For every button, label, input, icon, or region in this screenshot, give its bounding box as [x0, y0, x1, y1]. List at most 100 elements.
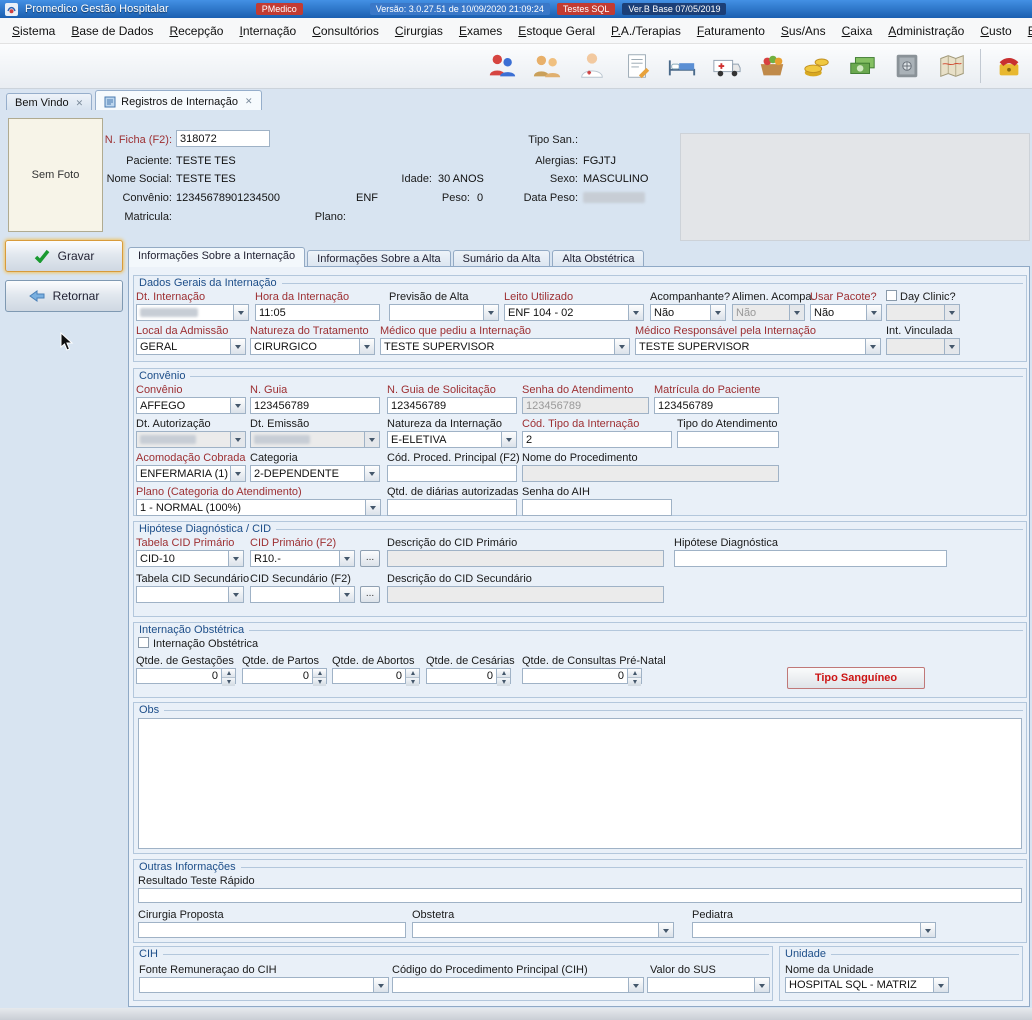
- spinner-down-icon[interactable]: [313, 678, 326, 686]
- qtde-prenatal-spinner[interactable]: 0: [522, 668, 642, 684]
- leito-combo[interactable]: ENF 104 - 02: [504, 304, 644, 321]
- cirurgia-proposta-input[interactable]: [138, 922, 406, 938]
- menu-bi[interactable]: BI: [1020, 21, 1032, 41]
- menu-cirurgias[interactable]: Cirurgias: [387, 21, 451, 41]
- resultado-teste-rapido-input[interactable]: [138, 888, 1022, 903]
- chevron-down-icon[interactable]: [628, 978, 643, 992]
- cid-primario-combo[interactable]: R10.-: [250, 550, 355, 567]
- close-icon[interactable]: ✕: [245, 96, 253, 107]
- tabela-cid-secundario-combo[interactable]: [136, 586, 244, 603]
- chevron-down-icon[interactable]: [373, 978, 388, 992]
- chevron-down-icon[interactable]: [944, 305, 959, 320]
- chevron-down-icon[interactable]: [230, 466, 245, 481]
- tipo-sanguineo-button[interactable]: Tipo Sanguíneo: [787, 667, 925, 689]
- qtde-partos-spinner[interactable]: 0: [242, 668, 327, 684]
- spinner-up-icon[interactable]: [222, 669, 235, 678]
- menu-base-de-dados[interactable]: Base de Dados: [63, 21, 161, 41]
- pediatra-combo[interactable]: [692, 922, 936, 938]
- qtde-abortos-spinner[interactable]: 0: [332, 668, 420, 684]
- chevron-down-icon[interactable]: [789, 305, 804, 320]
- tab-alta-obstetrica[interactable]: Alta Obstétrica: [552, 250, 644, 267]
- chevron-down-icon[interactable]: [233, 305, 248, 320]
- tab-registros-de-internacao[interactable]: Registros de Internação ✕: [95, 90, 261, 112]
- chevron-down-icon[interactable]: [501, 432, 516, 447]
- cid-secundario-browse-button[interactable]: ...: [360, 586, 380, 603]
- reception-icon[interactable]: [530, 49, 564, 83]
- categoria-combo[interactable]: 2-DEPENDENTE: [250, 465, 380, 482]
- internacao-obstetrica-checkbox[interactable]: [138, 637, 149, 648]
- chevron-down-icon[interactable]: [658, 923, 673, 937]
- spinner-down-icon[interactable]: [222, 678, 235, 686]
- qtde-cesarias-spinner[interactable]: 0: [426, 668, 511, 684]
- n-guia-input[interactable]: [250, 397, 380, 414]
- day-clinic-combo[interactable]: [886, 304, 960, 321]
- menu-sistema[interactable]: Sistema: [4, 21, 63, 41]
- medico-responsavel-combo[interactable]: TESTE SUPERVISOR: [635, 338, 881, 355]
- qtd-diarias-input[interactable]: [387, 499, 517, 516]
- tab-informacoes-alta[interactable]: Informações Sobre a Alta: [307, 250, 451, 267]
- chevron-down-icon[interactable]: [228, 587, 243, 602]
- doctor-icon[interactable]: [575, 49, 609, 83]
- hora-internacao-input[interactable]: [255, 304, 380, 321]
- menu-administracao[interactable]: Administração: [880, 21, 972, 41]
- chevron-down-icon[interactable]: [614, 339, 629, 354]
- prescription-icon[interactable]: [620, 49, 654, 83]
- ambulance-icon[interactable]: [710, 49, 744, 83]
- chevron-down-icon[interactable]: [866, 305, 881, 320]
- chevron-down-icon[interactable]: [228, 551, 243, 566]
- spinner-up-icon[interactable]: [628, 669, 641, 678]
- medico-pediu-combo[interactable]: TESTE SUPERVISOR: [380, 338, 630, 355]
- chevron-down-icon[interactable]: [364, 432, 379, 447]
- menu-caixa[interactable]: Caixa: [834, 21, 881, 41]
- acomodacao-cobrada-combo[interactable]: ENFERMARIA (1): [136, 465, 246, 482]
- natureza-internacao-combo[interactable]: E-ELETIVA: [387, 431, 517, 448]
- chevron-down-icon[interactable]: [230, 432, 245, 447]
- chevron-down-icon[interactable]: [933, 978, 948, 992]
- menu-sus-ans[interactable]: Sus/Ans: [773, 21, 834, 41]
- qtde-gestacoes-spinner[interactable]: 0: [136, 668, 236, 684]
- obs-textarea[interactable]: [138, 718, 1022, 849]
- map-icon[interactable]: [935, 49, 969, 83]
- cid-primario-browse-button[interactable]: ...: [360, 550, 380, 567]
- cod-tipo-internacao-input[interactable]: [522, 431, 672, 448]
- fonte-remuneracao-combo[interactable]: [139, 977, 389, 993]
- spinner-down-icon[interactable]: [628, 678, 641, 686]
- retornar-button[interactable]: Retornar: [5, 280, 123, 312]
- chevron-down-icon[interactable]: [944, 339, 959, 354]
- chevron-down-icon[interactable]: [230, 339, 245, 354]
- chevron-down-icon[interactable]: [865, 339, 880, 354]
- menu-recepcao[interactable]: Recepção: [161, 21, 231, 41]
- ficha-input[interactable]: [176, 130, 270, 147]
- tabela-cid-primario-combo[interactable]: CID-10: [136, 550, 244, 567]
- spinner-down-icon[interactable]: [497, 678, 510, 686]
- chevron-down-icon[interactable]: [920, 923, 935, 937]
- menu-pa-terapias[interactable]: P.A./Terapias: [603, 21, 689, 41]
- gravar-button[interactable]: Gravar: [5, 240, 123, 272]
- senha-aih-input[interactable]: [522, 499, 672, 516]
- plano-categoria-combo[interactable]: 1 - NORMAL (100%): [136, 499, 381, 516]
- cod-proced-principal-input[interactable]: [387, 465, 517, 482]
- chevron-down-icon[interactable]: [365, 500, 380, 515]
- chevron-down-icon[interactable]: [754, 978, 769, 992]
- menu-faturamento[interactable]: Faturamento: [689, 21, 773, 41]
- alimen-acompa-combo[interactable]: Não: [732, 304, 805, 321]
- chevron-down-icon[interactable]: [359, 339, 374, 354]
- local-admissao-combo[interactable]: GERAL: [136, 338, 246, 355]
- acompanhante-combo[interactable]: Não: [650, 304, 726, 321]
- menu-estoque-geral[interactable]: Estoque Geral: [510, 21, 603, 41]
- dt-internacao-combo[interactable]: [136, 304, 249, 321]
- tab-sumario-alta[interactable]: Sumário da Alta: [453, 250, 551, 267]
- valor-sus-combo[interactable]: [647, 977, 770, 993]
- phone-icon[interactable]: [992, 49, 1026, 83]
- nome-unidade-combo[interactable]: HOSPITAL SQL - MATRIZ: [785, 977, 949, 993]
- matricula-paciente-input[interactable]: [654, 397, 779, 414]
- day-clinic-checkbox[interactable]: [886, 290, 897, 301]
- chevron-down-icon[interactable]: [339, 551, 354, 566]
- natureza-tratamento-combo[interactable]: CIRURGICO: [250, 338, 375, 355]
- convenio-combo[interactable]: AFFEGO: [136, 397, 246, 414]
- dt-emissao-combo[interactable]: [250, 431, 380, 448]
- bed-icon[interactable]: [665, 49, 699, 83]
- menu-custo[interactable]: Custo: [972, 21, 1019, 41]
- spinner-up-icon[interactable]: [406, 669, 419, 678]
- tab-informacoes-internacao[interactable]: Informações Sobre a Internação: [128, 247, 305, 267]
